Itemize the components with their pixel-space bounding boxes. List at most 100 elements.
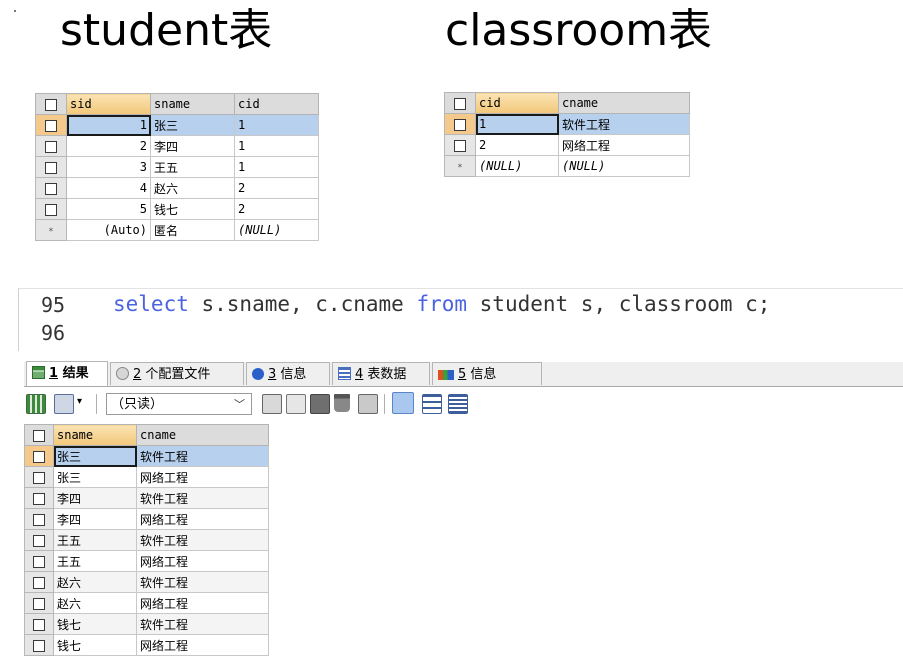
row-checkbox[interactable] xyxy=(24,466,54,488)
cell-cname[interactable]: 软件工程 xyxy=(136,445,269,467)
select-all-checkbox[interactable] xyxy=(444,92,476,114)
row-checkbox[interactable] xyxy=(24,529,54,551)
import-icon[interactable] xyxy=(54,394,74,414)
table-row[interactable]: 李四 软件工程 xyxy=(24,487,269,509)
table-row[interactable]: 张三 网络工程 xyxy=(24,466,269,488)
table-row[interactable]: 赵六 软件工程 xyxy=(24,571,269,593)
cell-cname[interactable]: 软件工程 xyxy=(558,113,690,135)
cell-cname[interactable]: 软件工程 xyxy=(136,613,269,635)
table-row[interactable]: 4 赵六 2 xyxy=(35,177,319,199)
cell-cname[interactable]: 软件工程 xyxy=(136,571,269,593)
table-row[interactable]: 2 李四 1 xyxy=(35,135,319,157)
column-header-cname[interactable]: cname xyxy=(136,424,269,446)
select-all-checkbox[interactable] xyxy=(35,93,67,115)
row-checkbox[interactable] xyxy=(35,156,67,178)
table-row[interactable]: 钱七 软件工程 xyxy=(24,613,269,635)
cell-sname[interactable]: 张三 xyxy=(150,114,235,136)
row-checkbox[interactable] xyxy=(24,508,54,530)
cell-cname[interactable]: 软件工程 xyxy=(136,487,269,509)
tab-info[interactable]: 3 信息 xyxy=(246,362,330,385)
cell-cid[interactable]: 2 xyxy=(234,198,319,220)
row-checkbox[interactable] xyxy=(24,613,54,635)
cell-sid[interactable]: 1 xyxy=(66,114,151,136)
cell-cname[interactable]: 网络工程 xyxy=(558,134,690,156)
row-checkbox[interactable] xyxy=(24,571,54,593)
cell-sname[interactable]: 李四 xyxy=(150,135,235,157)
cell-cname[interactable]: 网络工程 xyxy=(136,508,269,530)
table-row[interactable]: 3 王五 1 xyxy=(35,156,319,178)
row-checkbox[interactable] xyxy=(35,198,67,220)
table-row[interactable]: 李四 网络工程 xyxy=(24,508,269,530)
cell-sname[interactable]: 张三 xyxy=(53,466,137,488)
form-view-icon[interactable] xyxy=(422,394,442,414)
row-checkbox[interactable] xyxy=(24,487,54,509)
column-header-cname[interactable]: cname xyxy=(558,92,690,114)
tab-result[interactable]: 1 结果 xyxy=(26,361,108,386)
cell-cid[interactable]: 1 xyxy=(234,135,319,157)
new-row[interactable]: * (Auto) 匿名 (NULL) xyxy=(35,219,319,241)
table-row[interactable]: 2 网络工程 xyxy=(444,134,690,156)
cell-cname[interactable]: 网络工程 xyxy=(136,550,269,572)
row-checkbox[interactable] xyxy=(24,550,54,572)
cell-sid[interactable]: 2 xyxy=(66,135,151,157)
tab-table-data[interactable]: 4 表数据 xyxy=(332,362,430,385)
column-header-sname[interactable]: sname xyxy=(53,424,137,446)
cancel-changes-icon[interactable] xyxy=(358,394,378,414)
cell-sname[interactable]: 李四 xyxy=(53,487,137,509)
cell-sid[interactable]: 4 xyxy=(66,177,151,199)
export-grid-icon[interactable] xyxy=(26,394,46,414)
cell-sname[interactable]: 李四 xyxy=(53,508,137,530)
row-checkbox[interactable] xyxy=(35,177,67,199)
cell-cname[interactable]: 软件工程 xyxy=(136,529,269,551)
cell-sname[interactable]: 钱七 xyxy=(150,198,235,220)
dropdown-arrow-icon[interactable]: ▾ xyxy=(77,396,82,407)
delete-icon[interactable] xyxy=(334,394,350,412)
table-row[interactable]: 王五 软件工程 xyxy=(24,529,269,551)
column-header-sname[interactable]: sname xyxy=(150,93,235,115)
cell-cid[interactable]: 1 xyxy=(234,114,319,136)
cell-sname[interactable]: 王五 xyxy=(53,529,137,551)
cell-sname[interactable]: 赵六 xyxy=(53,592,137,614)
cell-sname[interactable]: 王五 xyxy=(150,156,235,178)
cell-cname[interactable]: 网络工程 xyxy=(136,592,269,614)
row-checkbox[interactable] xyxy=(24,634,54,656)
cell-cname[interactable]: (NULL) xyxy=(558,155,690,177)
row-checkbox[interactable] xyxy=(444,134,476,156)
text-view-icon[interactable] xyxy=(448,394,468,414)
new-row[interactable]: * (NULL) (NULL) xyxy=(444,155,690,177)
cell-cid[interactable]: (NULL) xyxy=(234,219,319,241)
column-header-cid[interactable]: cid xyxy=(234,93,319,115)
column-header-sid[interactable]: sid xyxy=(66,93,151,115)
cell-sid[interactable]: (Auto) xyxy=(66,219,151,241)
tab-info-2[interactable]: 5 信息 xyxy=(432,362,542,385)
cell-sname[interactable]: 王五 xyxy=(53,550,137,572)
table-row[interactable]: 赵六 网络工程 xyxy=(24,592,269,614)
table-row[interactable]: 钱七 网络工程 xyxy=(24,634,269,656)
cell-sname[interactable]: 钱七 xyxy=(53,634,137,656)
cell-sid[interactable]: 3 xyxy=(66,156,151,178)
readonly-select[interactable]: （只读） ﹀ xyxy=(106,393,252,415)
grid-view-icon[interactable] xyxy=(392,392,414,414)
cell-sid[interactable]: 5 xyxy=(66,198,151,220)
cell-sname[interactable]: 匿名 xyxy=(150,219,235,241)
select-all-checkbox[interactable] xyxy=(24,424,54,446)
table-row[interactable]: 1 软件工程 xyxy=(444,113,690,135)
cell-cid[interactable]: 2 xyxy=(234,177,319,199)
column-header-cid[interactable]: cid xyxy=(475,92,559,114)
cell-sname[interactable]: 赵六 xyxy=(53,571,137,593)
cell-cid[interactable]: 1 xyxy=(475,113,559,135)
insert-row-icon[interactable] xyxy=(262,394,282,414)
sql-code-line[interactable]: select s.sname, c.cname from student s, … xyxy=(113,292,770,316)
tab-profile[interactable]: 2 个配置文件 xyxy=(110,362,244,385)
table-row[interactable]: 5 钱七 2 xyxy=(35,198,319,220)
cell-cid[interactable]: 1 xyxy=(234,156,319,178)
table-row[interactable]: 1 张三 1 xyxy=(35,114,319,136)
copy-row-icon[interactable] xyxy=(286,394,306,414)
row-checkbox[interactable] xyxy=(24,445,54,467)
cell-cname[interactable]: 网络工程 xyxy=(136,466,269,488)
sql-editor[interactable]: 95 96 select s.sname, c.cname from stude… xyxy=(18,288,903,351)
row-checkbox[interactable] xyxy=(24,592,54,614)
table-row[interactable]: 王五 网络工程 xyxy=(24,550,269,572)
cell-cname[interactable]: 网络工程 xyxy=(136,634,269,656)
table-row[interactable]: 张三 软件工程 xyxy=(24,445,269,467)
